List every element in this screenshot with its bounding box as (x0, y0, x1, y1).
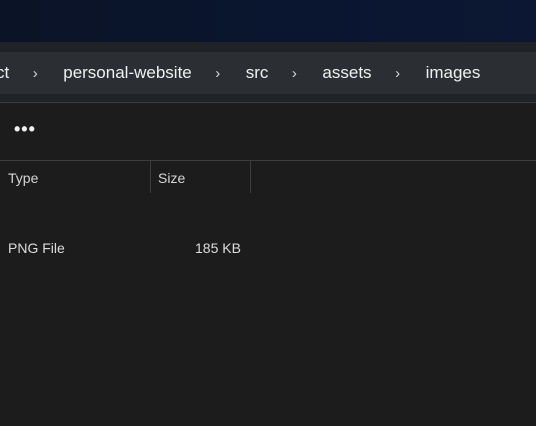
breadcrumb-item-assets[interactable]: assets (322, 63, 371, 83)
more-options-icon[interactable]: ••• (14, 119, 40, 141)
breadcrumb[interactable]: ct › personal-website › src › assets › i… (0, 52, 536, 94)
column-header-type-label: Type (8, 170, 39, 186)
column-resize-handle[interactable] (250, 161, 251, 193)
column-header-type[interactable]: Type (0, 161, 150, 193)
breadcrumb-item-project[interactable]: ct (0, 63, 9, 83)
file-type-cell: PNG File (8, 240, 65, 256)
command-bar: ••• (0, 103, 536, 160)
chevron-right-icon[interactable]: › (282, 65, 306, 82)
column-header-size-label: Size (158, 170, 186, 186)
chevron-right-icon[interactable]: › (206, 65, 230, 82)
breadcrumb-item-src[interactable]: src (246, 63, 269, 83)
window-titlebar (0, 0, 536, 42)
breadcrumb-item-images[interactable]: images (426, 63, 481, 83)
chevron-right-icon[interactable]: › (23, 65, 47, 82)
file-size-cell: 185 KB (195, 240, 241, 256)
address-bar: ct › personal-website › src › assets › i… (0, 42, 536, 102)
breadcrumb-item-personal-website[interactable]: personal-website (63, 63, 192, 83)
chevron-right-icon[interactable]: › (386, 65, 410, 82)
table-row[interactable]: PNG File 185 KB (0, 234, 536, 262)
column-header-size[interactable]: Size (151, 161, 250, 193)
